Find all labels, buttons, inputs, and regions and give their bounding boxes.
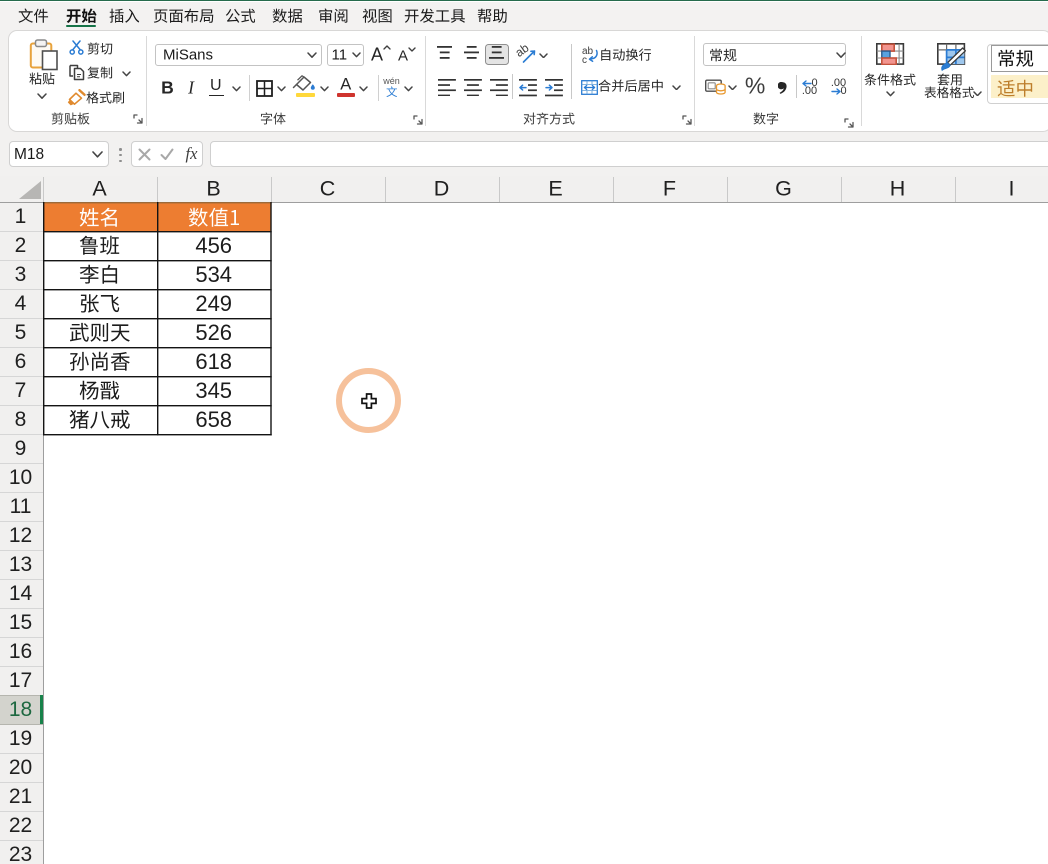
svg-text:c: c: [582, 55, 587, 64]
svg-text:ab: ab: [516, 43, 532, 60]
